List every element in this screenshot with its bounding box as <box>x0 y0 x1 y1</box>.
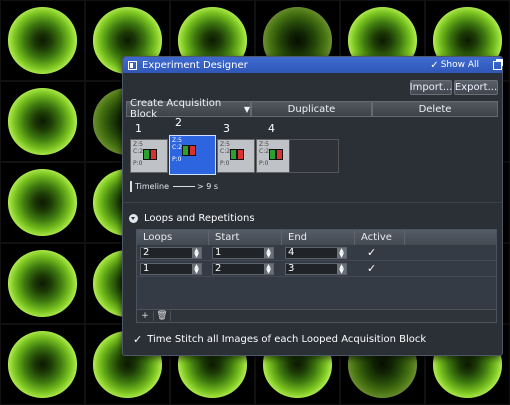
active-checkbox[interactable]: ✓ <box>355 261 405 276</box>
end-stepper[interactable]: 4 ▲ ▼ <box>285 246 347 259</box>
column-header-empty <box>405 230 496 245</box>
cell-image <box>0 0 85 81</box>
timeline-arrow-icon <box>173 186 196 187</box>
timeline-tick <box>130 181 132 192</box>
cell-end: 4 ▲ ▼ <box>282 245 355 260</box>
column-header-active[interactable]: Active <box>355 230 405 245</box>
spin-arrows-icon[interactable]: ▲ ▼ <box>192 263 201 274</box>
cell-image <box>0 81 85 162</box>
cell-start: 2 ▲ ▼ <box>209 261 282 276</box>
export-button[interactable]: Export... <box>454 80 498 95</box>
table-row[interactable]: 2 ▲ ▼ 1 ▲ ▼ 4 ▲ ▼ ✓ <box>137 245 496 261</box>
block-p-count: P:0 <box>133 160 143 167</box>
spin-arrows-icon[interactable]: ▲ ▼ <box>264 247 273 258</box>
start-stepper[interactable]: 1 ▲ ▼ <box>212 246 274 259</box>
block-p-count: P:0 <box>259 160 269 167</box>
column-header-loops[interactable]: Loops <box>137 230 209 245</box>
cell-empty <box>405 245 496 260</box>
duplicate-button[interactable]: Duplicate <box>251 101 372 117</box>
loops-section-header[interactable]: Loops and Repetitions <box>129 213 255 224</box>
loops-value: 1 <box>143 263 150 274</box>
start-value: 1 <box>215 247 222 258</box>
end-stepper[interactable]: 3 ▲ ▼ <box>285 262 347 275</box>
divider <box>123 202 502 203</box>
block-number: 3 <box>223 122 230 135</box>
column-header-start[interactable]: Start <box>209 230 282 245</box>
cell-end: 3 ▲ ▼ <box>282 261 355 276</box>
block-number: 2 <box>175 116 182 129</box>
time-stitch-label: Time Stitch all Images of each Looped Ac… <box>147 334 427 345</box>
loops-table: Loops Start End Active 2 ▲ ▼ 1 ▲ ▼ 4 ▲ ▼ ✓ 1 ▲ ▼… <box>136 229 497 323</box>
block-z-count: Z:5 <box>220 141 230 148</box>
add-loop-button[interactable]: + <box>137 311 154 321</box>
block-z-count: Z:5 <box>172 137 182 144</box>
acquisition-block-2[interactable]: Z:5 C:2 P:0 <box>169 135 216 175</box>
cell-image <box>0 243 85 324</box>
trash-icon[interactable]: 🗑 <box>154 311 171 321</box>
channel-indicator-icon <box>230 149 252 160</box>
column-header-end[interactable]: End <box>282 230 355 245</box>
end-value: 4 <box>288 247 295 258</box>
time-stitch-checkbox[interactable]: ✓ <box>133 333 142 346</box>
loops-value: 2 <box>143 247 150 258</box>
spin-arrows-icon[interactable]: ▲ ▼ <box>264 263 273 274</box>
window-icon <box>128 60 137 70</box>
start-value: 2 <box>215 263 222 274</box>
active-checkbox[interactable]: ✓ <box>355 245 405 260</box>
empty-block-slot[interactable] <box>289 139 339 173</box>
channel-indicator-icon <box>143 149 165 160</box>
timeline-value: > 9 s <box>197 182 219 191</box>
block-p-count: P:0 <box>220 160 230 167</box>
timeline-label: Timeline <box>135 182 170 191</box>
create-block-label: Create Acquisition Block <box>130 98 222 120</box>
import-button[interactable]: Import... <box>410 80 452 95</box>
loops-stepper[interactable]: 1 ▲ ▼ <box>140 262 202 275</box>
spin-arrows-icon[interactable]: ▲ ▼ <box>192 247 201 258</box>
show-all-label: Show All <box>440 60 479 70</box>
block-z-count: Z:5 <box>133 141 143 148</box>
undock-icon[interactable] <box>493 60 502 70</box>
loops-section-title: Loops and Repetitions <box>144 213 255 224</box>
cell-empty <box>405 261 496 276</box>
cell-loops: 1 ▲ ▼ <box>137 261 209 276</box>
time-stitch-option[interactable]: ✓ Time Stitch all Images of each Looped … <box>133 333 426 346</box>
collapse-chevron-icon[interactable] <box>129 214 138 223</box>
block-number: 1 <box>135 122 142 135</box>
channel-indicator-icon <box>182 145 213 156</box>
cell-loops: 2 ▲ ▼ <box>137 245 209 260</box>
spin-arrows-icon[interactable]: ▲ ▼ <box>337 263 346 274</box>
table-row[interactable]: 1 ▲ ▼ 2 ▲ ▼ 3 ▲ ▼ ✓ <box>137 261 496 277</box>
acquisition-block-3[interactable]: Z:5 C:2 P:0 <box>217 139 255 173</box>
create-acquisition-block-button[interactable]: Create Acquisition Block ▼ <box>126 98 251 120</box>
channel-indicator-icon <box>269 149 291 160</box>
cell-start: 1 ▲ ▼ <box>209 245 282 260</box>
timeline: Timeline > 9 s <box>130 181 218 192</box>
dropdown-arrow-icon: ▼ <box>243 104 250 114</box>
cell-image <box>0 162 85 243</box>
loops-stepper[interactable]: 2 ▲ ▼ <box>140 246 202 259</box>
table-footer: + 🗑 <box>137 309 496 322</box>
spin-arrows-icon[interactable]: ▲ ▼ <box>337 247 346 258</box>
delete-button[interactable]: Delete <box>372 101 498 117</box>
checkmark-icon: ✓ <box>430 59 439 71</box>
start-stepper[interactable]: 2 ▲ ▼ <box>212 262 274 275</box>
block-number: 4 <box>268 122 275 135</box>
experiment-designer-window: Experiment Designer ✓ Show All Import...… <box>122 56 503 356</box>
block-z-count: Z:5 <box>259 141 269 148</box>
end-value: 3 <box>288 263 295 274</box>
acquisition-block-1[interactable]: Z:5 C:2 P:0 <box>130 139 168 173</box>
block-action-bar: Create Acquisition Block ▼ Duplicate Del… <box>126 98 498 120</box>
loops-table-header: Loops Start End Active <box>137 230 496 245</box>
window-title: Experiment Designer <box>142 59 248 71</box>
window-titlebar[interactable]: Experiment Designer ✓ Show All <box>123 57 502 73</box>
cell-image <box>0 324 85 405</box>
block-p-count: P:0 <box>172 156 182 163</box>
show-all-toggle[interactable]: ✓ Show All <box>430 60 479 71</box>
